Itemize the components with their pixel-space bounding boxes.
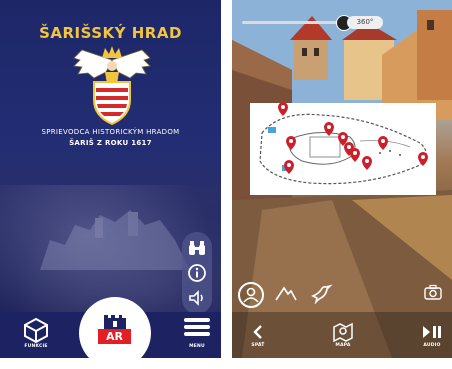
ar-label: AR bbox=[98, 329, 131, 344]
map-pin-icon bbox=[284, 160, 294, 174]
map-pin-icon bbox=[362, 156, 372, 170]
map-pin-icon bbox=[278, 102, 288, 116]
speaker-icon[interactable] bbox=[187, 288, 207, 308]
menu-label: MENU bbox=[189, 344, 205, 349]
year-subtitle: ŠARIŠ Z ROKU 1617 bbox=[69, 139, 152, 147]
audio-label: AUDIO bbox=[423, 343, 441, 348]
map-label: MAPA bbox=[335, 343, 351, 348]
binoculars-icon[interactable] bbox=[187, 238, 207, 258]
bird-icon[interactable] bbox=[310, 282, 334, 304]
guide-subtitle: SPRIEVODCA HISTORICKÝM HRADOM bbox=[41, 128, 180, 136]
functions-label: FUNKCIE bbox=[24, 344, 48, 349]
person-icon[interactable] bbox=[238, 282, 264, 308]
info-icon[interactable] bbox=[187, 263, 207, 283]
saris-coat-of-arms-icon bbox=[73, 46, 151, 126]
rotation-slider-track[interactable] bbox=[242, 21, 342, 24]
play-pause-icon[interactable] bbox=[422, 325, 442, 339]
menu-hamburger-icon[interactable] bbox=[184, 318, 210, 340]
map-icon[interactable] bbox=[332, 322, 354, 342]
map-pin-icon bbox=[324, 122, 334, 136]
back-label: SPÄŤ bbox=[251, 343, 265, 348]
map-pin-icon bbox=[286, 136, 296, 150]
map-pin-icon bbox=[418, 152, 428, 166]
app-title: ŠARIŠSKÝ HRAD bbox=[39, 24, 182, 42]
map-pin-icon bbox=[350, 148, 360, 162]
map-pin-icon bbox=[378, 136, 388, 150]
degree-chip: 360° bbox=[347, 16, 383, 29]
castle-ruin-silhouette bbox=[40, 210, 190, 270]
camera-icon[interactable] bbox=[424, 284, 442, 300]
map-pins-layer bbox=[278, 102, 428, 174]
chevron-left-icon[interactable] bbox=[252, 324, 264, 340]
cube-3d-icon[interactable] bbox=[22, 316, 50, 344]
mountain-icon[interactable] bbox=[274, 282, 298, 304]
